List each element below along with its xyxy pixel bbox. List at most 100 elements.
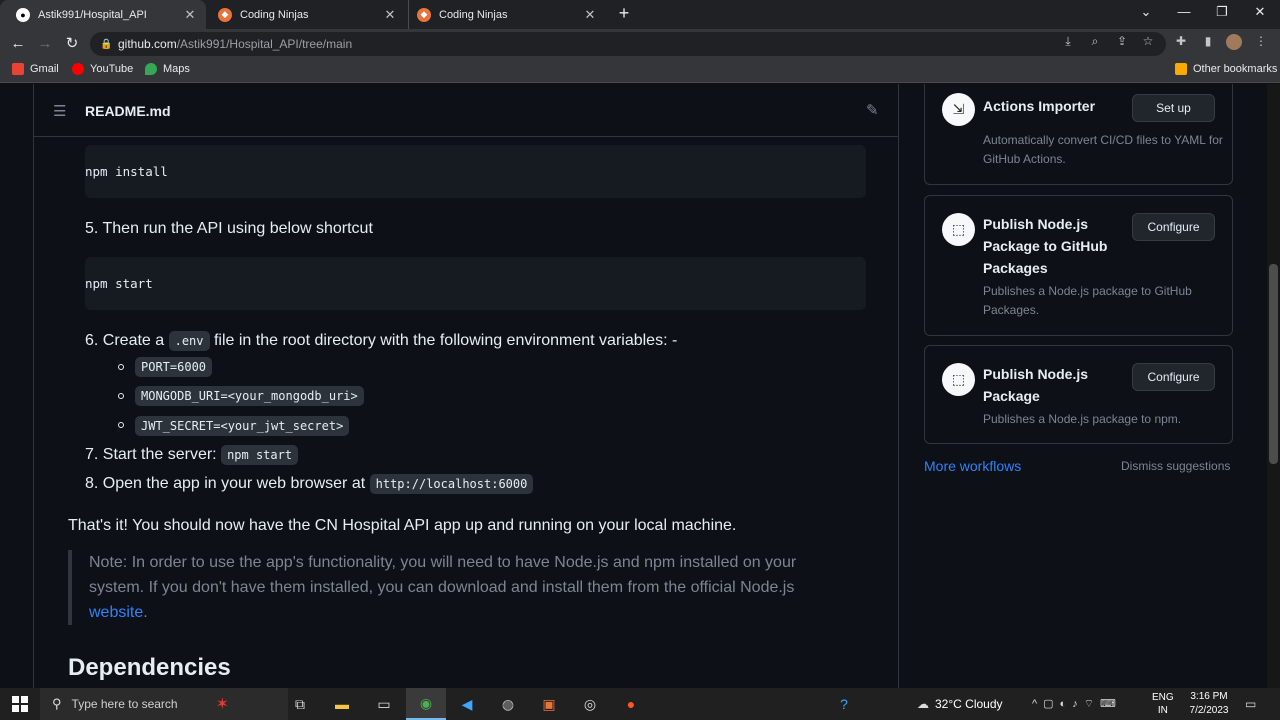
reload-button[interactable]: ↻	[62, 34, 82, 54]
code-block: npm start	[85, 257, 866, 310]
help-icon[interactable]: ?	[824, 688, 864, 720]
note-text: system. If you don't have them installed…	[89, 579, 795, 596]
notification-icon[interactable]: ▭	[1245, 688, 1256, 720]
address-bar[interactable]: 🔒 github.com/Astik991/Hospital_API/tree/…	[90, 32, 1166, 56]
configure-button[interactable]: Configure	[1132, 213, 1215, 241]
menu-icon[interactable]: ⋮	[1253, 34, 1269, 50]
weather-widget[interactable]: ☁ 32°C Cloudy	[917, 688, 1003, 720]
workflow-card-publish-npm: ⬚ Publish Node.js Package Publishes a No…	[924, 345, 1233, 444]
task-view-icon[interactable]: ⧉	[280, 688, 320, 720]
system-tray-icons[interactable]: ^▢◐♪⌔⌨	[1032, 688, 1122, 720]
zoom-icon[interactable]: ⌕	[1087, 34, 1103, 50]
windows-taskbar: ⚲ Type here to search ✶ ⧉ ▬ ▭ ◉ ◀ ◍ ▣ ◎ …	[0, 688, 1280, 720]
tab-coding-ninjas-1[interactable]: ◆ Coding Ninjas ✕	[208, 0, 406, 29]
search-icon: ⚲	[52, 696, 62, 711]
language-indicator[interactable]: ENG IN	[1152, 688, 1174, 720]
close-icon[interactable]: ✕	[382, 7, 398, 23]
inline-code: JWT_SECRET=<your_jwt_secret>	[135, 416, 350, 436]
import-icon: ⇲	[942, 93, 975, 126]
maximize-button[interactable]: ❐	[1211, 4, 1233, 20]
dismiss-suggestions-link[interactable]: Dismiss suggestions	[1121, 459, 1230, 473]
browser-toolbar: ← → ↻ 🔒 github.com/Astik991/Hospital_API…	[0, 29, 1280, 59]
edit-pencil-icon[interactable]: ✎	[866, 101, 879, 119]
website-link[interactable]: website	[89, 604, 143, 621]
postman-icon[interactable]: ●	[611, 688, 651, 720]
bullet-icon	[118, 422, 124, 428]
bookmark-star-icon[interactable]: ☆	[1140, 34, 1156, 50]
readme-panel: ☰ README.md ✎ npm install 5. Then run th…	[33, 84, 899, 688]
vscode-icon[interactable]: ◀	[447, 688, 487, 720]
card-title: Actions Importer	[983, 98, 1096, 114]
weather-text: 32°C Cloudy	[935, 697, 1003, 711]
lang-text: IN	[1157, 705, 1168, 716]
extensions-icon[interactable]: ✚	[1173, 34, 1189, 50]
terminal-icon[interactable]: ▭	[364, 688, 404, 720]
bookmark-gmail[interactable]: Gmail	[12, 63, 59, 75]
bookmark-maps[interactable]: Maps	[145, 63, 190, 75]
configure-button[interactable]: Configure	[1132, 363, 1215, 391]
windows-start-icon[interactable]	[12, 696, 28, 712]
code-block: npm install	[85, 145, 866, 198]
bookmark-youtube[interactable]: YouTube	[72, 63, 133, 75]
taskbar-search[interactable]: ⚲ Type here to search ✶	[40, 688, 288, 720]
search-placeholder: Type here to search	[71, 697, 178, 711]
profile-avatar[interactable]	[1226, 34, 1242, 50]
tab-github[interactable]: ● Astik991/Hospital_API ✕	[0, 0, 206, 29]
side-panel-icon[interactable]: ▮	[1200, 34, 1216, 50]
more-workflows-link[interactable]: More workflows	[924, 458, 1021, 474]
app-icon[interactable]: ▣	[529, 688, 569, 720]
step-text: 7. Start the server:	[85, 446, 217, 463]
bookmark-label: Maps	[163, 63, 190, 75]
url-path: /Astik991/Hospital_API/tree/main	[176, 37, 353, 51]
set-up-button[interactable]: Set up	[1132, 94, 1215, 122]
readme-header: ☰ README.md ✎	[34, 84, 898, 137]
bookmarks-bar: Gmail YouTube Maps Other bookmarks	[0, 59, 1280, 83]
step-7: 7. Start the server: npm start	[85, 445, 299, 465]
readme-title: README.md	[85, 103, 171, 119]
tab-search-icon[interactable]: ⌄	[1135, 4, 1157, 20]
file-explorer-icon[interactable]: ▬	[322, 688, 362, 720]
browser-tab-bar: ● Astik991/Hospital_API ✕ ◆ Coding Ninja…	[0, 0, 1280, 29]
chrome-icon[interactable]: ◉	[406, 688, 446, 720]
back-button[interactable]: ←	[8, 34, 28, 54]
step-text: 6. Create a	[85, 332, 165, 349]
obs-icon[interactable]: ◎	[570, 688, 610, 720]
inline-code: npm start	[221, 445, 299, 465]
maps-icon	[145, 63, 157, 75]
install-icon[interactable]: ⤓	[1060, 34, 1076, 50]
step-6: 6. Create a .env file in the root direct…	[85, 331, 677, 351]
clock[interactable]: 3:16 PM 7/2/2023	[1184, 688, 1234, 720]
env-var: PORT=6000	[135, 357, 213, 377]
note-text: .	[143, 604, 148, 621]
dependencies-heading: Dependencies	[68, 654, 231, 681]
scrollbar-thumb[interactable]	[1269, 264, 1278, 464]
close-icon[interactable]: ✕	[582, 7, 598, 23]
close-icon[interactable]: ✕	[182, 7, 198, 23]
card-title: Publish Node.js Package to GitHub Packag…	[983, 216, 1108, 276]
search-highlight-icon: ✶	[215, 696, 229, 713]
bullet-icon	[118, 393, 124, 399]
tab-coding-ninjas-2[interactable]: ◆ Coding Ninjas ✕	[408, 0, 606, 29]
forward-button[interactable]: →	[35, 34, 55, 54]
workflow-card-actions-importer: ⇲ Actions Importer Automatically convert…	[924, 84, 1233, 185]
scrollbar[interactable]	[1267, 84, 1280, 688]
card-title: Publish Node.js Package	[983, 366, 1089, 404]
tab-label: Coding Ninjas	[439, 8, 508, 21]
tab-label: Astik991/Hospital_API	[38, 8, 147, 21]
code-text: npm install	[85, 164, 168, 179]
lang-text: ENG	[1152, 692, 1174, 703]
code-text: npm start	[85, 276, 153, 291]
workflow-card-publish-gpr: ⬚ Publish Node.js Package to GitHub Pack…	[924, 195, 1233, 336]
closing-paragraph: That's it! You should now have the CN Ho…	[68, 517, 737, 534]
cloud-icon: ☁	[917, 697, 929, 711]
note-text: Note: In order to use the app's function…	[89, 554, 797, 571]
new-tab-button[interactable]: +	[614, 3, 634, 25]
other-bookmarks[interactable]: Other bookmarks	[1175, 63, 1277, 75]
minimize-button[interactable]: —	[1173, 4, 1195, 19]
close-window-button[interactable]: ✕	[1249, 4, 1271, 20]
list-icon[interactable]: ☰	[53, 102, 66, 120]
package-icon: ⬚	[942, 213, 975, 246]
share-icon[interactable]: ⇪	[1114, 34, 1130, 50]
app-icon[interactable]: ◍	[488, 688, 528, 720]
time-text: 3:16 PM	[1190, 691, 1228, 702]
